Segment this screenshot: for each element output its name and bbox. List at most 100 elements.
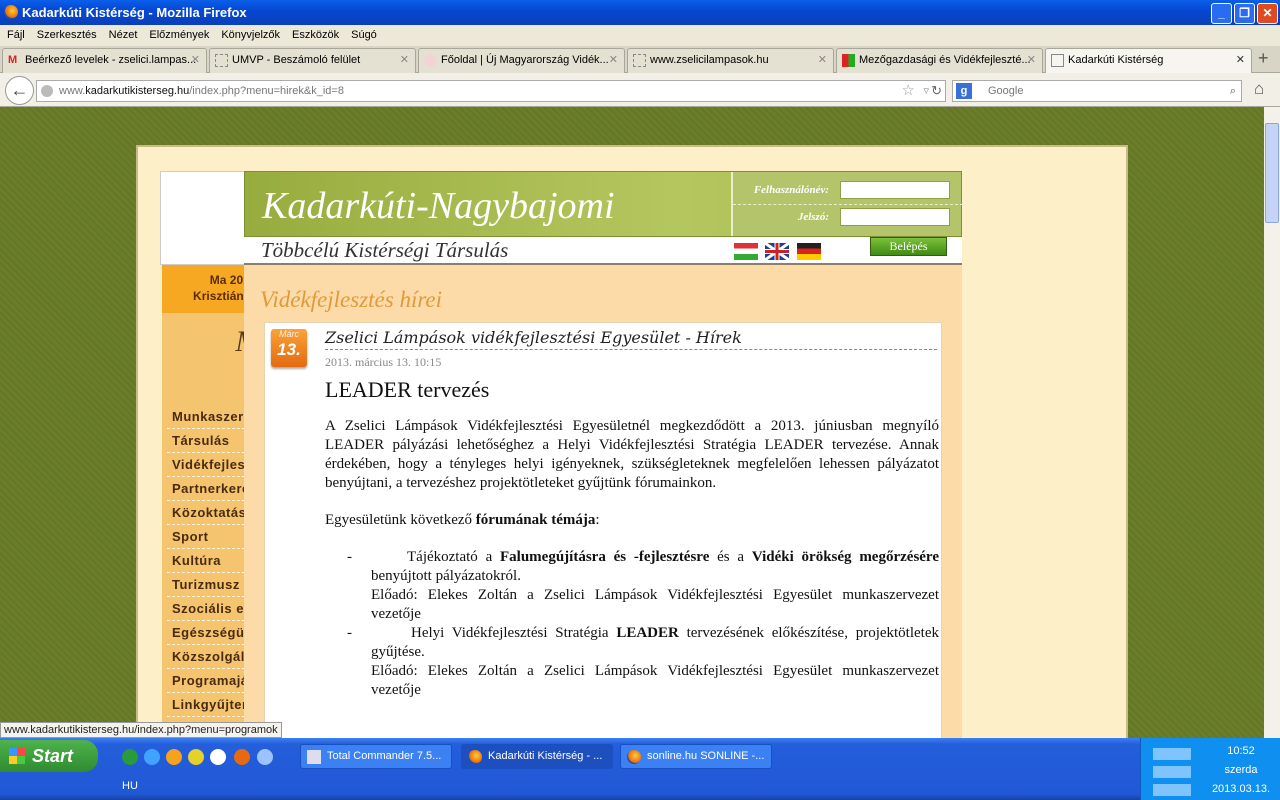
total-commander-icon: [307, 750, 321, 764]
username-input[interactable]: [840, 181, 950, 199]
menu-edit[interactable]: Szerkesztés: [37, 29, 97, 41]
close-tab-icon[interactable]: ✕: [1236, 49, 1245, 72]
text: benyújtott pályázatokról.: [371, 568, 521, 584]
taskbar-item-label: Kadarkúti Kistérség - ...: [488, 750, 603, 762]
minimize-button[interactable]: _: [1211, 3, 1232, 24]
start-button[interactable]: Start: [0, 740, 98, 772]
windows-logo-icon: [9, 748, 25, 764]
firefox-icon: [627, 750, 641, 764]
tray-icons[interactable]: [1153, 746, 1191, 796]
sidebar-item-label: Kultúra: [172, 553, 221, 568]
page-viewport: Ma 2013. március 13. Krisztián, Ajtony n…: [0, 107, 1264, 738]
hungarian-flag-icon[interactable]: [734, 243, 758, 260]
taskbar-item[interactable]: sonline.hu SONLINE -...: [620, 744, 772, 769]
tab[interactable]: www.zselicilampasok.hu ✕: [627, 48, 834, 73]
close-tab-icon[interactable]: ✕: [400, 49, 409, 72]
menu-help[interactable]: Súgó: [351, 29, 377, 41]
taskbar-item-label: Total Commander 7.5...: [327, 750, 442, 762]
tab[interactable]: Mezőgazdasági és Vidékfejleszté... ✕: [836, 48, 1043, 73]
article-body: LEADER tervezés A Zselici Lámpások Vidék…: [325, 377, 939, 700]
header-title: Kadarkúti-Nagybajomi: [262, 185, 615, 227]
tab-strip: M Beérkező levelek - zselici.lampas... ✕ U…: [0, 46, 1280, 73]
menu-history[interactable]: Előzmények: [149, 29, 209, 41]
tab[interactable]: M Beérkező levelek - zselici.lampas... ✕: [2, 48, 207, 73]
dropdown-icon[interactable]: ▿: [923, 81, 929, 101]
firefox-icon: [468, 750, 482, 764]
reload-icon[interactable]: ↻: [931, 81, 942, 101]
close-tab-icon[interactable]: ✕: [609, 49, 618, 72]
url-prefix: www.: [59, 85, 86, 97]
calendar-date-badge: Márc 13.: [271, 329, 307, 367]
tab-label: Főoldal | Új Magyarország Vidék...: [441, 54, 609, 66]
text-bold: LEADER: [616, 625, 679, 641]
ie-icon[interactable]: [144, 749, 160, 765]
clock-day: szerda: [1224, 764, 1258, 776]
new-tab-button[interactable]: +: [1258, 48, 1269, 69]
tab[interactable]: UMVP - Beszámoló felület ✕: [209, 48, 416, 73]
text-bold: Falumegújításra és -fejlesztésre: [500, 549, 710, 565]
article-heading: LEADER tervezés: [325, 377, 490, 402]
taskbar-item-active[interactable]: Kadarkúti Kistérség - ...: [461, 744, 613, 769]
firefox-icon: [4, 5, 18, 19]
scrollbar-thumb[interactable]: [1265, 123, 1279, 223]
text: :: [595, 512, 600, 528]
taskbar-item[interactable]: Total Commander 7.5...: [300, 744, 452, 769]
bookmark-star-icon[interactable]: ☆: [902, 81, 915, 101]
language-indicator[interactable]: HU: [122, 780, 138, 792]
maximize-button[interactable]: ❐: [1234, 3, 1255, 24]
app-icon[interactable]: [166, 749, 182, 765]
password-label: Jelszó:: [797, 211, 829, 223]
german-flag-icon[interactable]: [797, 243, 821, 260]
text: Egyesületünk következő: [325, 512, 476, 528]
article-title[interactable]: Zselici Lámpások vidékfejlesztési Egyesü…: [325, 328, 937, 350]
header-subtitle: Többcélú Kistérségi Társulás: [261, 238, 509, 262]
vertical-scrollbar[interactable]: [1264, 107, 1280, 738]
tab-label: www.zselicilampasok.hu: [650, 54, 769, 66]
page-icon: [633, 54, 646, 67]
sidebar-item-label: Közoktatás: [172, 505, 247, 520]
menu-bookmarks[interactable]: Könyvjelzők: [221, 29, 280, 41]
text: és a: [709, 549, 752, 565]
title-bar: Kadarkúti Kistérség - Mozilla Firefox _ …: [0, 0, 1280, 25]
navigation-bar: ← www.kadarkutikisterseg.hu/index.php?me…: [0, 73, 1280, 107]
text: Helyi Vidékfejlesztési Stratégia: [411, 625, 617, 641]
forum-topics-list: Tájékoztató a Falumegújításra és -fejles…: [325, 548, 939, 700]
clock-date: 2013.03.13.: [1211, 783, 1271, 795]
panda-icon[interactable]: [210, 749, 226, 765]
clock-time[interactable]: 10:52: [1201, 745, 1280, 757]
firefox-icon[interactable]: [234, 749, 250, 765]
tab-active[interactable]: Kadarkúti Kistérség ✕: [1045, 48, 1252, 73]
text-bold: fórumának témája: [475, 512, 596, 528]
site-header: Kadarkúti-Nagybajomi Felhasználónév: Jel…: [244, 171, 963, 237]
cal-month: Márc: [279, 329, 299, 339]
url-path: /index.php?menu=hirek&k_id=8: [189, 85, 344, 97]
text: Előadó: Elekes Zoltán a Zselici Lámpások…: [371, 663, 939, 698]
search-box[interactable]: g Google ⌕: [952, 80, 1242, 102]
password-input[interactable]: [840, 208, 950, 226]
search-icon[interactable]: ⌕: [1230, 81, 1236, 101]
window-title: Kadarkúti Kistérség - Mozilla Firefox: [22, 5, 247, 20]
tab[interactable]: Főoldal | Új Magyarország Vidék... ✕: [418, 48, 625, 73]
header-subtitle-bar: Többcélú Kistérségi Társulás Belépés: [244, 237, 962, 265]
google-icon[interactable]: g: [956, 83, 972, 99]
close-tab-icon[interactable]: ✕: [818, 49, 827, 72]
menu-tools[interactable]: Eszközök: [292, 29, 339, 41]
app-icon[interactable]: [257, 749, 273, 765]
close-button[interactable]: ✕: [1257, 3, 1278, 24]
login-button[interactable]: Belépés: [870, 237, 947, 256]
english-flag-icon[interactable]: [764, 241, 790, 262]
sidebar-item-label: Sport: [172, 529, 209, 544]
back-button[interactable]: ←: [5, 76, 34, 105]
close-tab-icon[interactable]: ✕: [191, 49, 200, 72]
media-player-icon[interactable]: [188, 749, 204, 765]
news-article: Márc 13. Zselici Lámpások vidékfejlesztés…: [264, 322, 942, 738]
url-bar[interactable]: www.kadarkutikisterseg.hu/index.php?menu…: [36, 80, 946, 102]
menu-file[interactable]: Fájl: [7, 29, 25, 41]
home-icon[interactable]: ⌂: [1254, 79, 1264, 99]
close-tab-icon[interactable]: ✕: [1027, 49, 1036, 72]
start-label: Start: [32, 746, 74, 766]
utorrent-icon[interactable]: [122, 749, 138, 765]
menu-view[interactable]: Nézet: [109, 29, 138, 41]
sidebar-item-label: Társulás: [172, 433, 230, 448]
login-form: Felhasználónév: Jelszó:: [731, 172, 963, 236]
